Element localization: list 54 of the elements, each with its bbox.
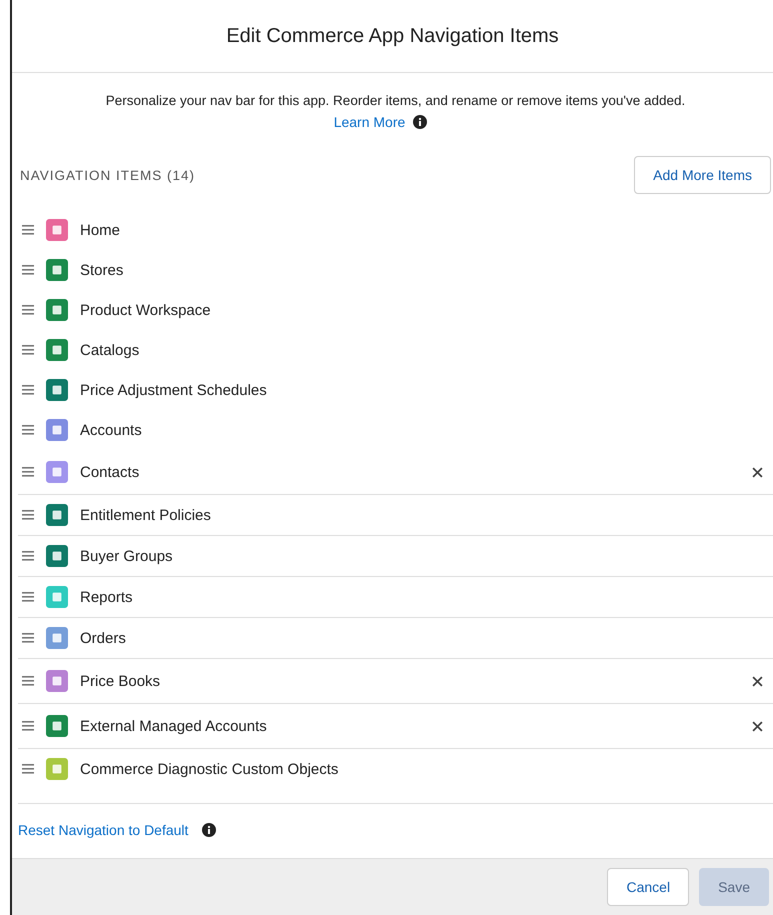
drag-handle-icon[interactable]: [22, 425, 34, 435]
section-title: NAVIGATION ITEMS (14): [20, 168, 196, 182]
nav-item-label[interactable]: Product Workspace: [80, 302, 773, 318]
nav-item-label[interactable]: Contacts: [80, 464, 740, 480]
drag-handle-icon[interactable]: [22, 305, 34, 315]
drag-handle-icon[interactable]: [22, 225, 34, 235]
drag-handle-icon[interactable]: [22, 551, 34, 561]
nav-item-label[interactable]: Reports: [80, 588, 773, 606]
nav-item-row[interactable]: Buyer Groups: [18, 535, 773, 576]
info-icon: [202, 823, 216, 837]
nav-item-row[interactable]: Entitlement Policies: [18, 494, 773, 535]
nav-item-label[interactable]: Entitlement Policies: [80, 506, 773, 524]
nav-item-label[interactable]: Accounts: [80, 422, 773, 438]
drag-handle-icon[interactable]: [22, 721, 34, 731]
nav-item-row[interactable]: Product Workspace: [18, 290, 773, 330]
drag-handle-icon[interactable]: [22, 265, 34, 275]
nav-item-label[interactable]: Catalogs: [80, 342, 773, 358]
nav-item-label[interactable]: Price Books: [80, 672, 740, 690]
nav-item-label[interactable]: Stores: [80, 262, 773, 278]
cancel-button[interactable]: Cancel: [607, 868, 690, 906]
drag-handle-icon[interactable]: [22, 345, 34, 355]
nav-item-row[interactable]: Commerce Diagnostic Custom Objects: [18, 748, 773, 789]
nav-item-label[interactable]: External Managed Accounts: [80, 718, 740, 734]
nav-item-row[interactable]: Stores: [18, 250, 773, 290]
close-icon[interactable]: [752, 466, 763, 478]
nav-item-row[interactable]: Contacts: [18, 450, 773, 494]
drag-handle-icon[interactable]: [22, 467, 34, 477]
description-text: Personalize your nav bar for this app. Reorder items, and rename or remove items you've added.: [104, 93, 686, 108]
drag-handle-icon[interactable]: [22, 510, 34, 520]
drag-handle-icon[interactable]: [22, 633, 34, 643]
nav-item-label[interactable]: Commerce Diagnostic Custom Objects: [80, 760, 773, 778]
drag-handle-icon[interactable]: [22, 385, 34, 395]
nav-item-row[interactable]: Home: [18, 210, 773, 250]
nav-item-label[interactable]: Orders: [80, 630, 773, 646]
nav-item-row[interactable]: Orders: [18, 617, 773, 658]
drag-handle-icon[interactable]: [22, 676, 34, 686]
reset-navigation-link[interactable]: Reset Navigation to Default: [18, 822, 188, 838]
drag-handle-icon[interactable]: [22, 592, 34, 602]
nav-item-row[interactable]: Accounts: [18, 410, 773, 450]
learn-more-link[interactable]: Learn More: [334, 114, 406, 130]
info-icon: [413, 115, 428, 129]
close-icon[interactable]: [752, 720, 763, 732]
drag-handle-icon[interactable]: [22, 764, 34, 774]
nav-item-row[interactable]: Price Books: [18, 658, 773, 703]
nav-item-label[interactable]: Buyer Groups: [80, 548, 773, 564]
nav-item-row[interactable]: Catalogs: [18, 330, 773, 370]
nav-item-label[interactable]: Price Adjustment Schedules: [80, 382, 773, 398]
close-icon[interactable]: [752, 676, 763, 686]
nav-item-row[interactable]: Price Adjustment Schedules: [18, 370, 773, 410]
add-more-items-button[interactable]: Add More Items: [634, 156, 771, 194]
nav-item-row[interactable]: External Managed Accounts: [18, 703, 773, 748]
nav-item-row[interactable]: Reports: [18, 576, 773, 617]
nav-item-label[interactable]: Home: [80, 222, 773, 238]
modal-title: Edit Commerce App Navigation Items: [226, 24, 559, 48]
